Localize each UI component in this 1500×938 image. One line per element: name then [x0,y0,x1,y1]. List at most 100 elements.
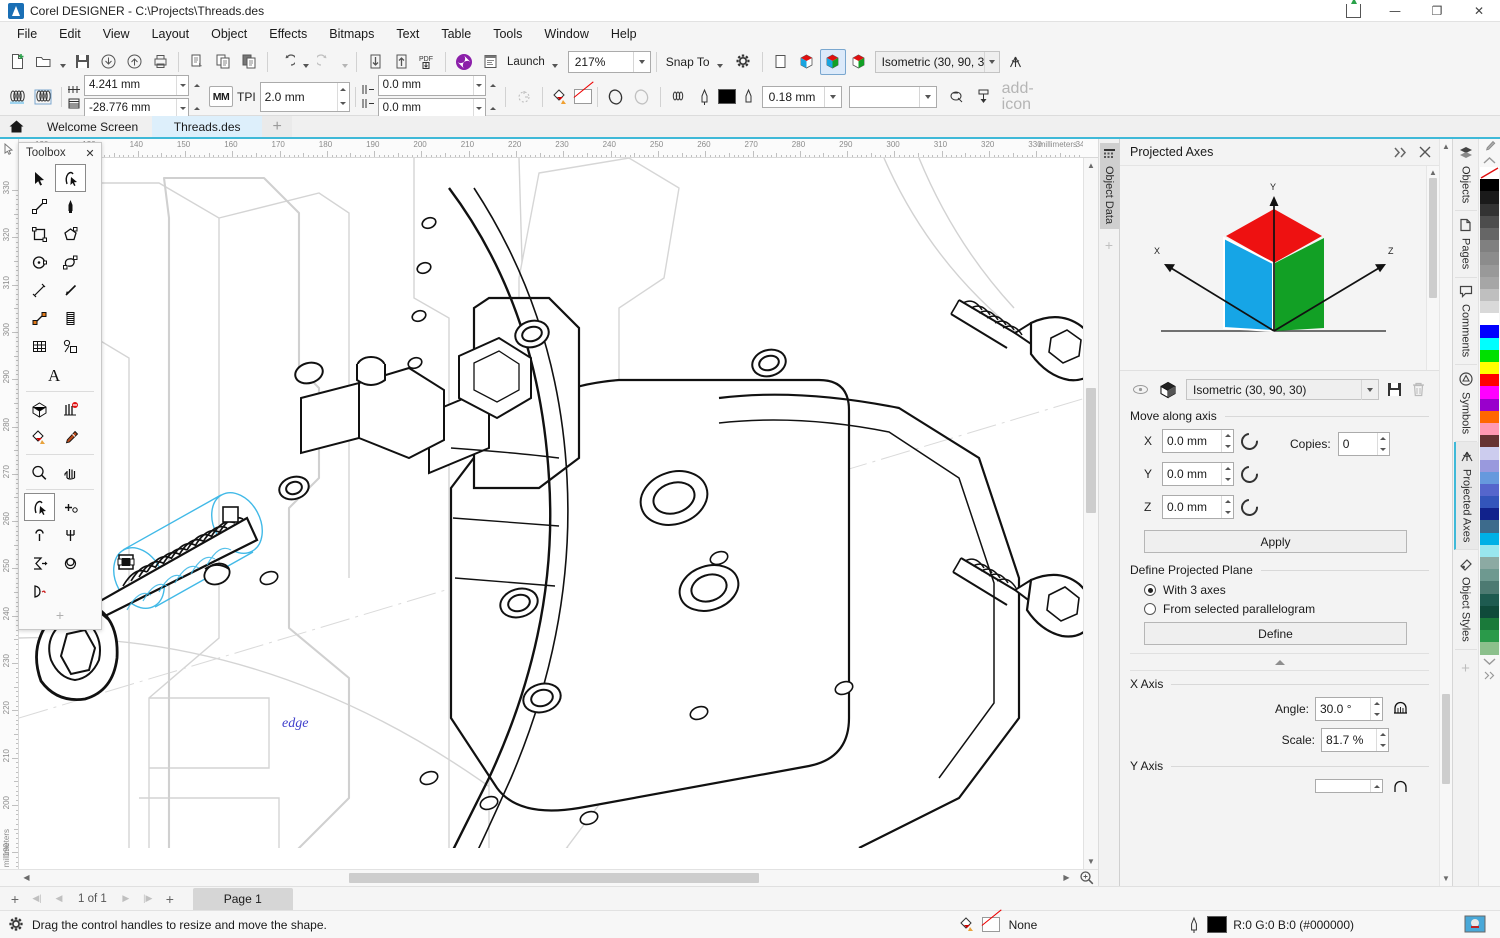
palette-swatch[interactable] [1480,374,1499,386]
docker-scroll-up[interactable]: ▲ [1440,139,1452,154]
thread-inner-icon[interactable] [30,84,56,110]
page-border-icon[interactable] [768,49,794,75]
line-style-combo[interactable] [849,86,937,108]
outline-width-combo[interactable]: 0.18 mm [762,86,842,108]
palette-swatch[interactable] [1480,386,1499,398]
outline-width-dropdown[interactable] [824,87,841,107]
docker-scroll-track[interactable] [1440,154,1452,871]
palette-swatch[interactable] [1480,496,1499,508]
outline-status-group[interactable]: R:0 G:0 B:0 (#000000) [1187,916,1354,934]
ruler-origin-icon[interactable] [0,139,19,158]
tpi-stepper[interactable] [337,83,349,111]
palette-swatch[interactable] [1480,228,1499,240]
shape-edit-tool-icon[interactable] [55,164,86,192]
eyedropper-icon[interactable] [1483,139,1496,153]
x-scale-field[interactable]: 81.7 % [1321,728,1389,752]
menu-text[interactable]: Text [385,24,430,44]
open-document-icon[interactable] [30,49,56,75]
scroll-down-icon[interactable] [1483,655,1496,669]
polygon-tool-icon[interactable] [55,220,86,248]
close-icon[interactable] [1415,142,1435,162]
canvas-annotation-edge[interactable]: edge [282,716,308,732]
menu-file[interactable]: File [6,24,48,44]
scroll-up-icon[interactable] [1483,153,1496,167]
define-button[interactable]: Define [1144,622,1407,645]
palette-swatch[interactable] [1480,240,1499,252]
horizontal-ruler[interactable]: 1201301401501601701801902002102202302402… [19,139,1083,157]
sidebar-item-comments[interactable]: Comments [1455,278,1477,365]
text-wrap-icon[interactable] [945,84,971,110]
zoom-tool-icon[interactable] [24,458,55,486]
palette-swatch[interactable] [1480,460,1499,472]
axis-x-field[interactable]: 0.0 mm [1162,429,1234,453]
gear-options-icon[interactable] [731,49,757,75]
shape-tool-icon[interactable] [24,493,55,521]
preview-scroll-up[interactable]: ▲ [1427,166,1439,178]
palette-swatch[interactable] [1480,606,1499,618]
menu-tools[interactable]: Tools [482,24,533,44]
menu-layout[interactable]: Layout [141,24,201,44]
table-tool-icon[interactable] [24,332,55,360]
scroll-left-button[interactable]: ◀ [19,870,34,885]
copy-icon[interactable] [210,49,236,75]
color-palette[interactable] [1478,139,1500,886]
copies-field[interactable]: 0 [1338,432,1390,456]
import-file-icon[interactable] [362,49,388,75]
attract-tool-icon[interactable] [55,521,86,549]
callout-tool-icon[interactable] [55,276,86,304]
preset-combo[interactable]: Isometric (30, 90, 30) [1186,379,1379,400]
hatch-tool-icon[interactable] [55,395,86,423]
smooth-tool-icon[interactable] [55,493,86,521]
menu-help[interactable]: Help [600,24,648,44]
line-style-dropdown[interactable] [919,87,936,107]
new-document-icon[interactable] [4,49,30,75]
close-icon[interactable]: ✕ [82,145,98,161]
eyedropper-tool-icon[interactable] [55,423,86,451]
palette-swatch[interactable] [1480,569,1499,581]
radio-with-3-axes[interactable]: With 3 axes [1144,583,1429,597]
pan-tool-icon[interactable] [55,458,86,486]
color-proof-icon[interactable] [1464,915,1490,935]
thread-length-field[interactable]: 4.241 mm [84,75,189,96]
docker-scrollbar[interactable]: ▲ ▼ [1439,139,1452,886]
palette-swatch[interactable] [1480,191,1499,203]
projected-right-plane-icon[interactable] [846,49,872,75]
y-angle-stepper[interactable] [1370,780,1382,792]
menu-effects[interactable]: Effects [258,24,318,44]
thread-start-stepper[interactable] [473,76,485,95]
thread-end-stepper[interactable] [473,99,485,118]
fill-color-icon[interactable] [548,84,574,110]
last-page-icon[interactable]: |▶ [137,888,159,910]
palette-swatch[interactable] [1480,411,1499,423]
zoom-canvas-icon[interactable] [1074,870,1098,885]
collapse-section-button[interactable] [1130,653,1429,671]
tab-threads-des[interactable]: Threads.des [152,116,262,137]
palette-swatch[interactable] [1480,277,1499,289]
snap-to-label[interactable]: Snap To [662,55,714,69]
rectangle-tool-icon[interactable] [24,220,55,248]
axis-z-reset-icon[interactable] [1238,495,1262,519]
sidebar-item-objects[interactable]: Objects [1455,139,1477,211]
palette-swatch[interactable] [1480,642,1499,654]
menu-object[interactable]: Object [200,24,258,44]
axis-z-stepper[interactable] [1221,496,1233,518]
toolbox-add-button[interactable]: + [24,605,96,624]
palette-swatch[interactable] [1480,325,1499,337]
envelope-tool-icon[interactable] [24,395,55,423]
palette-swatch[interactable] [1480,289,1499,301]
palette-swatch[interactable] [1480,557,1499,569]
smear-tool-icon[interactable] [24,521,55,549]
pick-tool-icon[interactable] [24,164,55,192]
thread-length-spin-up[interactable] [190,75,203,96]
palette-swatch[interactable] [1480,533,1499,545]
palette-swatch[interactable] [1480,447,1499,459]
thread-outer-icon[interactable] [4,84,30,110]
palette-swatch[interactable] [1480,520,1499,532]
cut-icon[interactable] [184,49,210,75]
y-axis-lock-icon[interactable] [1391,779,1411,793]
publish-pdf-icon[interactable]: PDF [414,49,440,75]
unit-toggle-button[interactable]: MM [209,86,233,107]
projected-top-plane-icon[interactable] [820,49,846,75]
fill-status-group[interactable]: None [958,916,1038,933]
sidebar-item-projected-axes[interactable]: Projected Axes [1454,442,1478,550]
